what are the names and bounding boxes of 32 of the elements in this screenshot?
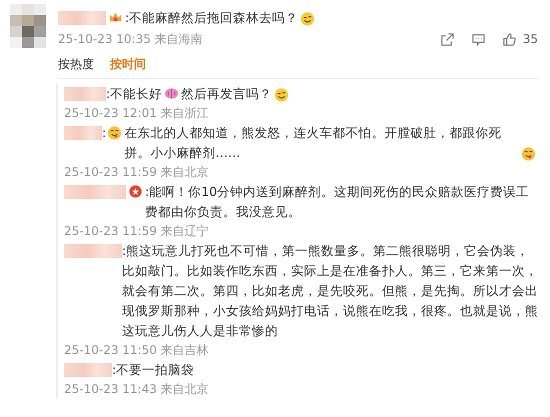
- reply-text: :熊这玩意儿打死也不可惜，第一熊数量多。第二熊很聪明，它会伪装，比如敲门。比如装作吃东西，实际上是在准备扑人。第三，它来第一次，就会有第二次。第四，比如老虎，是先咬死。但熊，是先掏。所以才会出现俄罗斯那种，小女孩给妈妈打电话，说熊在吃我，很疼。也就是说，熊这玩意儿伤人人是非常惨的: [122, 242, 538, 340]
- yum-face-icon: [521, 146, 536, 161]
- comment-text: :不能麻醉然后拖回森林去吗？: [125, 9, 298, 27]
- star-badge-icon: [128, 184, 143, 199]
- comment-icon[interactable]: [470, 32, 486, 46]
- yum-face-icon: [107, 125, 122, 140]
- blurred-username[interactable]: [64, 363, 112, 377]
- reply-time: 25-10-23 11:59 来自辽宁: [64, 223, 210, 240]
- avatar: [10, 4, 46, 48]
- brain-icon: [164, 86, 180, 101]
- reply-time: 25-10-23 11:59 来自北京: [64, 164, 210, 181]
- reply-text: :不要一拍脑袋: [112, 361, 194, 379]
- thumbs-up-icon: [502, 32, 517, 46]
- grinning-face-icon: [300, 11, 316, 26]
- reply-time: 25-10-23 11:43 来自北京: [64, 381, 210, 398]
- blurred-username[interactable]: [64, 126, 102, 140]
- reply-time: 25-10-23 11:50 来自吉林: [64, 342, 210, 359]
- reply-text: :不能长好: [106, 85, 162, 103]
- comment-time: 25-10-23 10:35 来自海南: [58, 30, 203, 48]
- blurred-username[interactable]: [64, 244, 122, 258]
- reply-text: 然后再发言吗？: [181, 85, 272, 103]
- blurred-username[interactable]: [58, 11, 106, 25]
- reply-text: 在东北的人都知道，熊发怒，连火车都不怕。开膛破肚，都跟你死拼。小小麻醉剂……: [124, 124, 502, 162]
- grinning-face-icon: [274, 87, 290, 102]
- blurred-username[interactable]: [64, 87, 106, 101]
- reply-time: 25-10-23 12:01 来自浙江: [64, 105, 210, 122]
- like-button[interactable]: 35: [502, 32, 538, 46]
- blurred-username[interactable]: [64, 185, 126, 199]
- sort-tab[interactable]: 按热度: [58, 56, 94, 73]
- reply-text: :: [102, 124, 106, 142]
- reply-text: :能啊！你10分钟内送到麻醉剂。这期间死伤的民众赔款医疗费误工费都由你负责。我没意见。: [145, 183, 530, 221]
- share-icon[interactable]: [440, 32, 455, 46]
